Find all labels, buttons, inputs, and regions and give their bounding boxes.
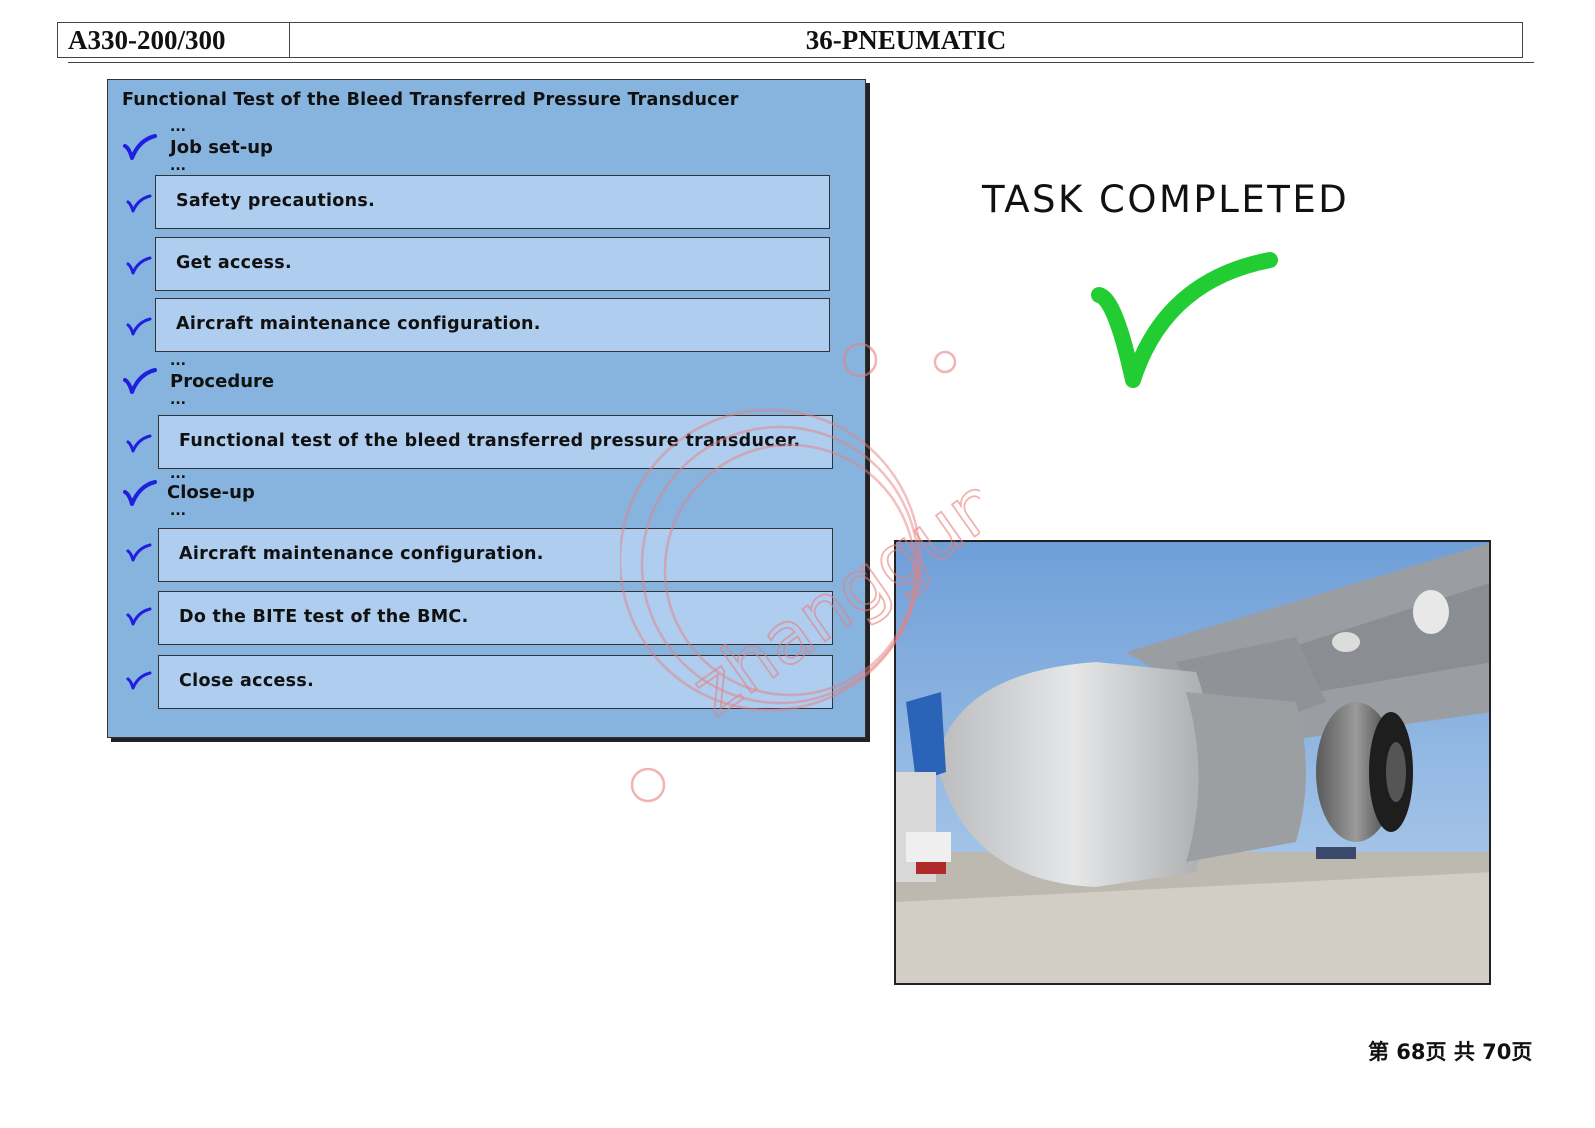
step-aircraft-maintenance-configuration: Aircraft maintenance configuration. <box>158 528 833 582</box>
step-bite-test: Do the BITE test of the BMC. <box>158 591 833 645</box>
ellipsis: ... <box>170 392 186 408</box>
aircraft-model: A330-200/300 <box>58 23 290 57</box>
section-job-set-up: Job set-up <box>170 137 273 158</box>
engine-photo <box>894 540 1491 985</box>
section-close-up: Close-up <box>167 482 255 503</box>
ellipsis: ... <box>170 119 186 135</box>
step-check-icon <box>126 255 152 275</box>
page-number: 第 68页 共 70页 <box>1368 1040 1533 1064</box>
document-header: A330-200/300 36-PNEUMATIC <box>57 22 1523 58</box>
section-procedure: Procedure <box>170 371 275 392</box>
ellipsis: ... <box>170 158 186 174</box>
section-check-icon <box>122 366 158 394</box>
task-checklist-panel: Functional Test of the Bleed Transferred… <box>107 79 866 738</box>
task-completed-label: TASK COMPLETED <box>982 178 1350 221</box>
ellipsis: ... <box>170 466 186 482</box>
chapter-title: 36-PNEUMATIC <box>805 25 1007 55</box>
ellipsis: ... <box>170 503 186 519</box>
step-aircraft-maintenance-configuration: Aircraft maintenance configuration. <box>155 298 830 352</box>
step-safety-precautions: Safety precautions. <box>155 175 830 229</box>
step-check-icon <box>126 193 152 213</box>
step-check-icon <box>126 316 152 336</box>
ellipsis: ... <box>170 353 186 369</box>
step-check-icon <box>126 670 152 690</box>
step-check-icon <box>126 542 152 562</box>
section-check-icon <box>122 132 158 160</box>
header-rule <box>68 62 1534 63</box>
panel-title: Functional Test of the Bleed Transferred… <box>122 90 739 110</box>
step-check-icon <box>126 606 152 626</box>
section-check-icon <box>122 478 158 506</box>
large-check-icon <box>1085 250 1285 399</box>
step-close-access: Close access. <box>158 655 833 709</box>
step-get-access: Get access. <box>155 237 830 291</box>
step-check-icon <box>126 433 152 453</box>
step-functional-test: Functional test of the bleed transferred… <box>158 415 833 469</box>
